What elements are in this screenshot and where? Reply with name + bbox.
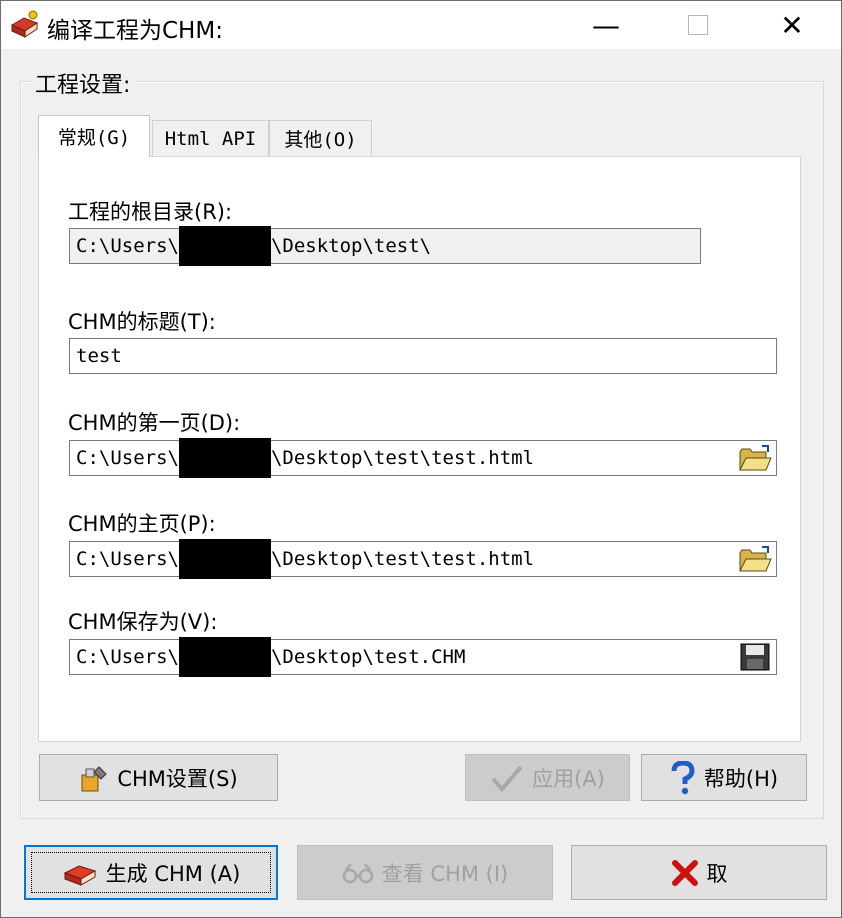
- chm-settings-label: CHM设置(S): [117, 766, 238, 791]
- save-disk-icon[interactable]: [738, 643, 772, 671]
- tab-other[interactable]: 其他(O): [269, 120, 372, 156]
- save-as-suffix: \Desktop\test.CHM: [270, 646, 466, 668]
- minimize-button[interactable]: —: [561, 1, 651, 49]
- open-folder-icon[interactable]: [738, 545, 772, 573]
- root-dir-field[interactable]: C:\Users\ \Desktop\test\: [69, 226, 701, 266]
- compile-dialog: 编译工程为CHM: — ✕ 工程设置: 常规(G) Html API 其他(O)…: [0, 0, 842, 918]
- chm-title-input[interactable]: test: [69, 338, 777, 374]
- tab-general[interactable]: 常规(G): [38, 115, 150, 157]
- redaction-block: [178, 226, 271, 266]
- home-page-input[interactable]: C:\Users\ \Desktop\test\test.html: [69, 539, 777, 579]
- home-page-label: CHM的主页(P):: [68, 512, 216, 536]
- help-button[interactable]: 帮助(H): [641, 754, 807, 801]
- tab-html-api[interactable]: Html API: [152, 120, 269, 156]
- redaction-block: [178, 539, 271, 579]
- save-as-prefix: C:\Users\: [76, 646, 179, 668]
- first-page-suffix: \Desktop\test\test.html: [270, 447, 535, 469]
- generate-chm-button[interactable]: 生成 CHM (A): [24, 845, 278, 900]
- apply-label: 应用(A): [532, 766, 605, 791]
- minimize-icon: —: [592, 8, 620, 42]
- apply-button[interactable]: 应用(A): [465, 754, 630, 801]
- open-folder-icon[interactable]: [738, 444, 772, 472]
- close-button[interactable]: ✕: [747, 1, 837, 49]
- view-chm-button[interactable]: 查看 CHM (I): [297, 845, 553, 900]
- book-app-icon: [10, 10, 39, 38]
- maximize-button: [653, 1, 743, 49]
- chm-title-label: CHM的标题(T):: [68, 310, 216, 334]
- cancel-label: 取: [706, 861, 728, 886]
- checkmark-icon: [491, 765, 523, 792]
- chm-settings-button[interactable]: CHM设置(S): [39, 754, 278, 801]
- save-as-label: CHM保存为(V):: [68, 610, 218, 634]
- help-label: 帮助(H): [703, 766, 779, 791]
- close-icon: ✕: [780, 8, 804, 42]
- save-as-input[interactable]: C:\Users\ \Desktop\test.CHM: [69, 637, 777, 677]
- home-page-prefix: C:\Users\: [76, 548, 179, 570]
- focus-rectangle: [31, 852, 271, 893]
- redaction-block: [178, 637, 271, 677]
- root-dir-prefix: C:\Users\: [76, 235, 179, 257]
- first-page-label: CHM的第一页(D):: [68, 411, 241, 435]
- glasses-icon: [342, 862, 373, 883]
- root-dir-suffix: \Desktop\test\: [270, 235, 432, 257]
- root-dir-label: 工程的根目录(R):: [68, 200, 233, 224]
- home-page-suffix: \Desktop\test\test.html: [270, 548, 535, 570]
- cancel-button[interactable]: 取: [571, 845, 827, 900]
- first-page-prefix: C:\Users\: [76, 447, 179, 469]
- redaction-block: [178, 438, 271, 478]
- maximize-icon: [688, 15, 708, 35]
- view-chm-label: 查看 CHM (I): [381, 861, 509, 886]
- question-mark-icon: [671, 760, 695, 794]
- first-page-input[interactable]: C:\Users\ \Desktop\test\test.html: [69, 438, 777, 478]
- chm-title-value: test: [76, 345, 122, 367]
- red-x-icon: [671, 859, 698, 886]
- window-title: 编译工程为CHM:: [47, 18, 223, 44]
- group-label: 工程设置:: [32, 67, 134, 99]
- settings-package-icon: [81, 765, 108, 791]
- title-bar[interactable]: 编译工程为CHM: — ✕: [1, 1, 841, 49]
